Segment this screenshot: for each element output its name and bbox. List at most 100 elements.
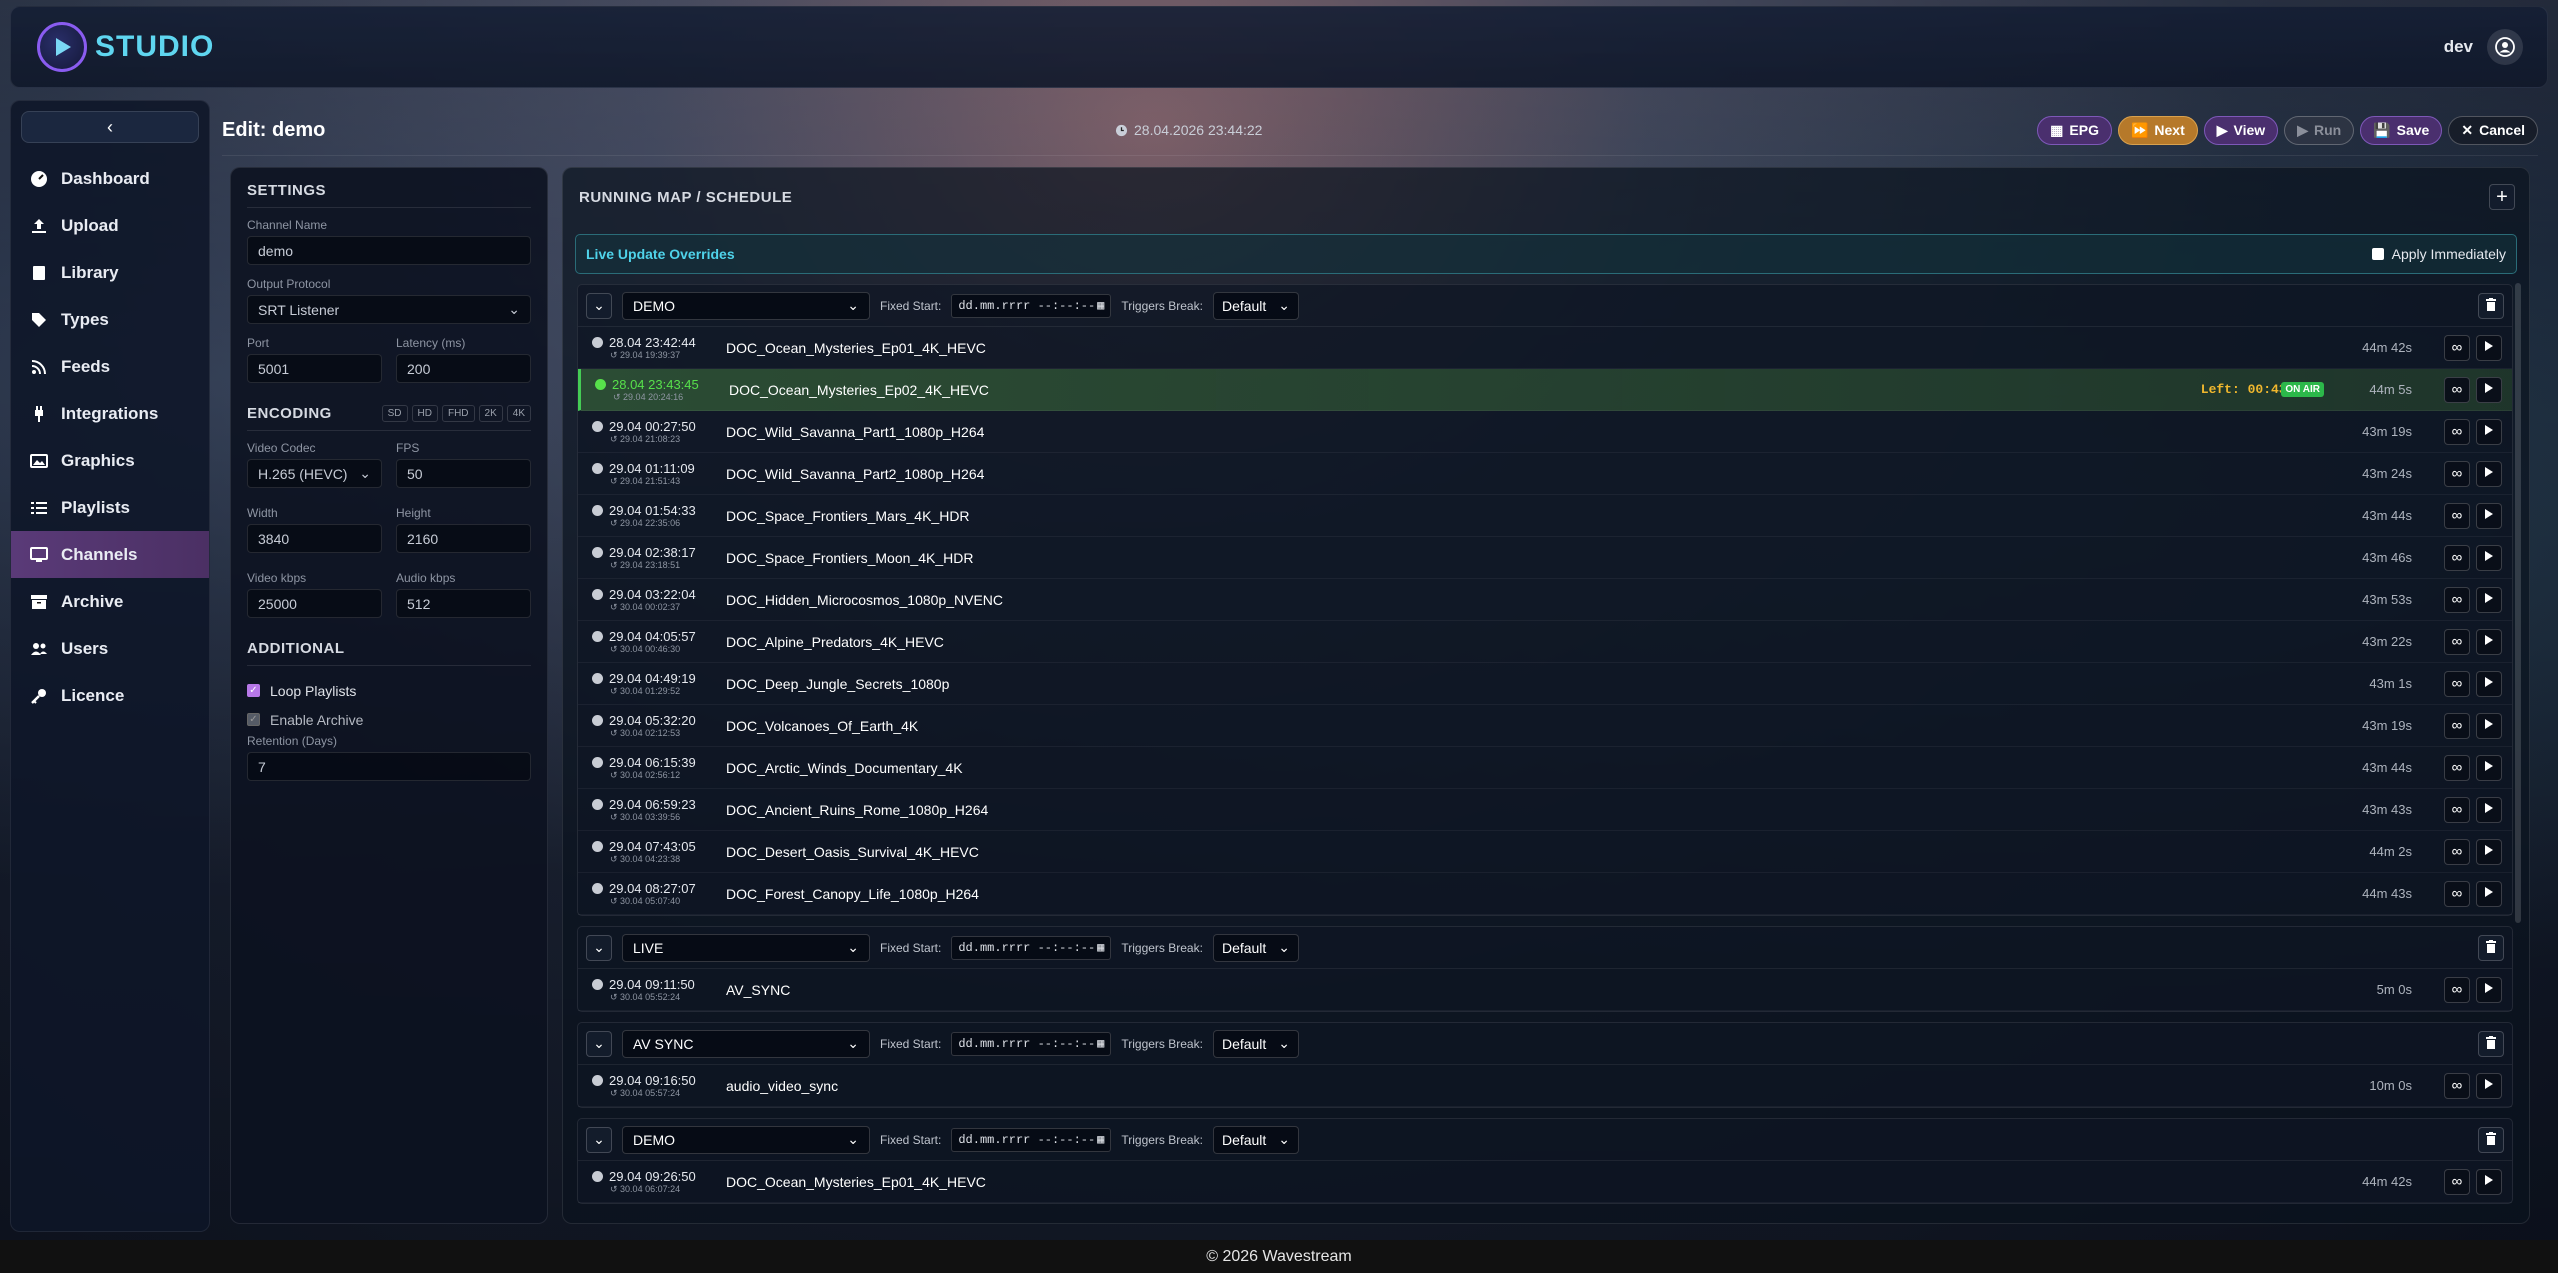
play-item-button[interactable] xyxy=(2476,334,2502,361)
user-avatar-icon[interactable] xyxy=(2487,29,2523,65)
play-item-button[interactable] xyxy=(2476,628,2502,655)
preset-4k-button[interactable]: 4K xyxy=(506,405,531,422)
play-item-button[interactable] xyxy=(2476,838,2502,865)
run-button[interactable]: ▶ Run xyxy=(2284,115,2355,145)
triggers-break-select[interactable]: Default ⌄ xyxy=(1212,933,1299,962)
preset-2k-button[interactable]: 2K xyxy=(478,405,503,422)
next-button[interactable]: ⏩ Next xyxy=(2117,115,2198,145)
sidebar-item-channels[interactable]: Channels xyxy=(11,531,209,578)
play-item-button[interactable] xyxy=(2476,712,2502,739)
schedule-item[interactable]: 29.04 07:43:05 ↺ 30.04 04:23:38 DOC_Desert… xyxy=(578,831,2512,873)
cancel-button[interactable]: ✕ Cancel xyxy=(2448,115,2538,145)
triggers-break-select[interactable]: Default ⌄ xyxy=(1212,291,1299,320)
width-input[interactable]: 3840 xyxy=(247,524,382,553)
loop-button[interactable]: ∞ xyxy=(2444,796,2470,823)
loop-button[interactable]: ∞ xyxy=(2444,754,2470,781)
playlist-select[interactable]: DEMO ⌄ xyxy=(622,1125,870,1154)
loop-button[interactable]: ∞ xyxy=(2444,976,2470,1003)
triggers-break-select[interactable]: Default ⌄ xyxy=(1212,1125,1299,1154)
schedule-item[interactable]: 28.04 23:42:44 ↺ 29.04 19:39:37 DOC_Ocean_… xyxy=(578,327,2512,369)
add-block-button[interactable]: + xyxy=(2489,184,2515,210)
schedule-item[interactable]: 29.04 08:27:07 ↺ 30.04 05:07:40 DOC_Forest… xyxy=(578,873,2512,915)
sidebar-item-playlists[interactable]: Playlists xyxy=(11,484,209,531)
schedule-item[interactable]: 29.04 01:11:09 ↺ 29.04 21:51:43 DOC_Wild_S… xyxy=(578,453,2512,495)
block-toggle-button[interactable]: ⌄ xyxy=(586,292,612,319)
play-item-button[interactable] xyxy=(2476,670,2502,697)
delete-block-button[interactable] xyxy=(2478,1126,2504,1153)
play-item-button[interactable] xyxy=(2476,502,2502,529)
sidebar-item-integrations[interactable]: Integrations xyxy=(11,390,209,437)
logo[interactable]: STUDIO xyxy=(37,22,214,72)
view-button[interactable]: ▶ View xyxy=(2203,115,2279,145)
delete-block-button[interactable] xyxy=(2478,934,2504,961)
play-item-button[interactable] xyxy=(2476,796,2502,823)
sidebar-collapse-button[interactable]: ‹ xyxy=(21,111,199,143)
schedule-item[interactable]: 29.04 09:26:50 ↺ 30.04 06:07:24 DOC_Ocean_… xyxy=(578,1161,2512,1203)
loop-button[interactable]: ∞ xyxy=(2444,460,2470,487)
block-toggle-button[interactable]: ⌄ xyxy=(586,1030,612,1057)
epg-button[interactable]: ▦ EPG xyxy=(2037,115,2112,145)
loop-button[interactable]: ∞ xyxy=(2444,880,2470,907)
play-item-button[interactable] xyxy=(2476,1168,2502,1195)
port-input[interactable]: 5001 xyxy=(247,354,382,383)
schedule-item[interactable]: 29.04 09:16:50 ↺ 30.04 05:57:24 audio_vide… xyxy=(578,1065,2512,1107)
latency-input[interactable]: 200 xyxy=(396,354,531,383)
schedule-item[interactable]: 28.04 23:43:45 ↺ 29.04 20:24:16 DOC_Ocean_… xyxy=(578,369,2512,411)
schedule-item[interactable]: 29.04 03:22:04 ↺ 30.04 00:02:37 DOC_Hidden… xyxy=(578,579,2512,621)
loop-button[interactable]: ∞ xyxy=(2444,502,2470,529)
schedule-item[interactable]: 29.04 01:54:33 ↺ 29.04 22:35:06 DOC_Space_… xyxy=(578,495,2512,537)
sidebar-item-upload[interactable]: Upload xyxy=(11,202,209,249)
protocol-select[interactable]: SRT Listener ⌄ xyxy=(247,295,531,324)
loop-button[interactable]: ∞ xyxy=(2444,544,2470,571)
loop-button[interactable]: ∞ xyxy=(2444,628,2470,655)
fixed-start-input[interactable]: dd.mm.rrrr --:--:-- ▦ xyxy=(951,935,1112,960)
fixed-start-input[interactable]: dd.mm.rrrr --:--:-- ▦ xyxy=(951,1127,1112,1152)
loop-button[interactable]: ∞ xyxy=(2444,418,2470,445)
loop-button[interactable]: ∞ xyxy=(2444,1072,2470,1099)
play-item-button[interactable] xyxy=(2476,460,2502,487)
schedule-item[interactable]: 29.04 09:11:50 ↺ 30.04 05:52:24 AV_SYNC 5m … xyxy=(578,969,2512,1011)
sidebar-item-library[interactable]: Library xyxy=(11,249,209,296)
schedule-item[interactable]: 29.04 04:05:57 ↺ 30.04 00:46:30 DOC_Alpine… xyxy=(578,621,2512,663)
loop-button[interactable]: ∞ xyxy=(2444,712,2470,739)
play-item-button[interactable] xyxy=(2476,418,2502,445)
height-input[interactable]: 2160 xyxy=(396,524,531,553)
playlist-select[interactable]: AV SYNC ⌄ xyxy=(622,1029,870,1058)
sidebar-item-licence[interactable]: Licence xyxy=(11,672,209,719)
schedule-item[interactable]: 29.04 06:15:39 ↺ 30.04 02:56:12 DOC_Arctic… xyxy=(578,747,2512,789)
playlist-select[interactable]: LIVE ⌄ xyxy=(622,933,870,962)
apply-immediately-checkbox[interactable]: Apply Immediately xyxy=(2371,246,2506,262)
play-item-button[interactable] xyxy=(2476,376,2502,403)
preset-fhd-button[interactable]: FHD xyxy=(441,405,475,422)
loop-button[interactable]: ∞ xyxy=(2444,1168,2470,1195)
retention-input[interactable]: 7 xyxy=(247,752,531,781)
sidebar-item-dashboard[interactable]: Dashboard xyxy=(11,155,209,202)
schedule-item[interactable]: 29.04 00:27:50 ↺ 29.04 21:08:23 DOC_Wild_S… xyxy=(578,411,2512,453)
play-item-button[interactable] xyxy=(2476,586,2502,613)
play-item-button[interactable] xyxy=(2476,880,2502,907)
block-toggle-button[interactable]: ⌄ xyxy=(586,934,612,961)
codec-select[interactable]: H.265 (HEVC) ⌄ xyxy=(247,459,382,488)
sidebar-item-users[interactable]: Users xyxy=(11,625,209,672)
schedule-item[interactable]: 29.04 06:59:23 ↺ 30.04 03:39:56 DOC_Ancien… xyxy=(578,789,2512,831)
loop-button[interactable]: ∞ xyxy=(2444,838,2470,865)
play-item-button[interactable] xyxy=(2476,544,2502,571)
fps-input[interactable]: 50 xyxy=(396,459,531,488)
play-item-button[interactable] xyxy=(2476,1072,2502,1099)
playlist-select[interactable]: DEMO ⌄ xyxy=(622,291,870,320)
loop-playlists-checkbox[interactable]: ✓ Loop Playlists xyxy=(247,676,531,705)
schedule-scrollbar[interactable] xyxy=(2515,283,2521,923)
delete-block-button[interactable] xyxy=(2478,1030,2504,1057)
sidebar-item-archive[interactable]: Archive xyxy=(11,578,209,625)
audio-kbps-input[interactable]: 512 xyxy=(396,589,531,618)
triggers-break-select[interactable]: Default ⌄ xyxy=(1212,1029,1299,1058)
preset-hd-button[interactable]: HD xyxy=(411,405,438,422)
user-menu[interactable]: dev xyxy=(2444,29,2523,65)
play-item-button[interactable] xyxy=(2476,976,2502,1003)
fixed-start-input[interactable]: dd.mm.rrrr --:--:-- ▦ xyxy=(951,293,1112,318)
play-item-button[interactable] xyxy=(2476,754,2502,781)
schedule-item[interactable]: 29.04 05:32:20 ↺ 30.04 02:12:53 DOC_Volcan… xyxy=(578,705,2512,747)
schedule-item[interactable]: 29.04 04:49:19 ↺ 30.04 01:29:52 DOC_Deep_J… xyxy=(578,663,2512,705)
block-toggle-button[interactable]: ⌄ xyxy=(586,1126,612,1153)
schedule-item[interactable]: 29.04 02:38:17 ↺ 29.04 23:18:51 DOC_Space_… xyxy=(578,537,2512,579)
